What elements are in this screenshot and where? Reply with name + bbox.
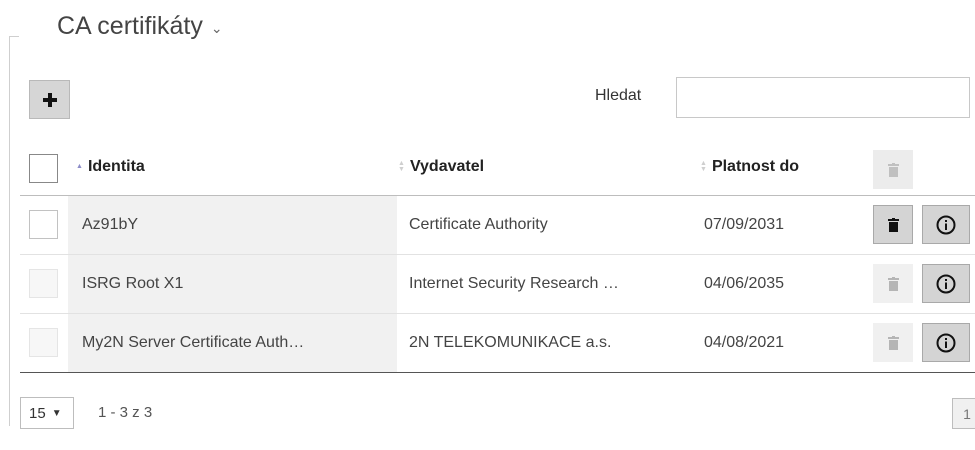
search-input[interactable] [676, 77, 970, 118]
column-header-identity[interactable]: ▲ Identita [76, 158, 145, 176]
cell-identity: My2N Server Certificate Auth… [68, 314, 397, 372]
info-row-button[interactable] [922, 323, 970, 362]
page-size-select[interactable]: 15 ▼ [20, 397, 74, 429]
trash-icon [887, 217, 899, 232]
trash-icon [887, 162, 899, 177]
cell-issuer: 2N TELEKOMUNIKACE a.s. [409, 334, 612, 351]
delete-row-button[interactable] [873, 323, 913, 362]
info-icon [936, 333, 956, 352]
column-label: Identita [87, 158, 145, 175]
cell-valid-until: 04/08/2021 [704, 334, 785, 351]
plus-icon [42, 92, 57, 107]
delete-selected-button[interactable] [873, 150, 913, 189]
page-size-value: 15 [29, 404, 46, 422]
info-row-button[interactable] [922, 264, 970, 303]
page-button[interactable]: 1 [952, 398, 975, 429]
column-label: Platnost do [711, 158, 800, 175]
delete-row-button[interactable] [873, 205, 913, 244]
info-icon [936, 215, 956, 234]
sort-icon: ▲ ▼ [700, 160, 707, 173]
section-frame-top [9, 36, 19, 37]
table-header: ▲ Identita ▲ ▼ Vydavatel ▲ ▼ Platnost do [20, 146, 975, 196]
sort-icon: ▲ [76, 163, 83, 170]
cell-valid-until: 04/06/2035 [704, 275, 785, 292]
trash-icon [887, 276, 899, 291]
section-title-text: CA certifikáty [57, 12, 203, 40]
column-header-valid-until[interactable]: ▲ ▼ Platnost do [700, 158, 799, 176]
certificates-table: ▲ Identita ▲ ▼ Vydavatel ▲ ▼ Platnost do A… [20, 146, 975, 373]
chevron-down-icon: ⌄ [210, 20, 223, 36]
table-footer: 15 ▼ 1 - 3 z 3 1 [20, 397, 975, 431]
cell-valid-until: 07/09/2031 [704, 216, 785, 233]
trash-icon [887, 335, 899, 350]
cell-identity: ISRG Root X1 [68, 255, 397, 313]
cell-identity: Az91bY [68, 196, 397, 254]
sort-icon: ▲ ▼ [398, 160, 405, 173]
table-row: Az91bY Certificate Authority 07/09/2031 [20, 196, 975, 255]
row-checkbox[interactable] [29, 210, 58, 239]
column-header-issuer[interactable]: ▲ ▼ Vydavatel [398, 158, 484, 176]
delete-row-button[interactable] [873, 264, 913, 303]
row-checkbox[interactable] [29, 328, 58, 357]
pagination-range: 1 - 3 z 3 [98, 404, 153, 421]
column-label: Vydavatel [409, 158, 485, 175]
table-row: My2N Server Certificate Auth… 2N TELEKOM… [20, 314, 975, 373]
cell-issuer: Certificate Authority [409, 216, 548, 233]
chevron-down-icon: ▼ [51, 407, 62, 419]
info-icon [936, 274, 956, 293]
cell-issuer: Internet Security Research … [409, 275, 619, 292]
select-all-checkbox[interactable] [29, 154, 58, 183]
search-label: Hledat [595, 87, 642, 104]
add-certificate-button[interactable] [29, 80, 70, 119]
section-title[interactable]: CA certifikáty ⌄ [57, 12, 223, 41]
row-checkbox[interactable] [29, 269, 58, 298]
info-row-button[interactable] [922, 205, 970, 244]
section-frame-left [9, 36, 10, 426]
table-row: ISRG Root X1 Internet Security Research … [20, 255, 975, 314]
